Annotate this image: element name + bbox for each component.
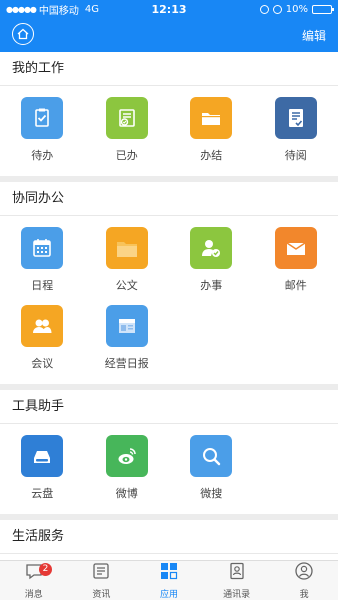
app-grid: 待办 已办 办结 待阅 bbox=[0, 86, 338, 176]
tab-label: 通讯录 bbox=[223, 590, 251, 600]
cloud-drive-icon bbox=[21, 435, 64, 477]
app-label: 云盘 bbox=[31, 487, 54, 500]
section: 我的工作待办 已办 办结 待阅 bbox=[0, 52, 338, 176]
app-tile[interactable]: 微搜 bbox=[169, 432, 254, 510]
section-title: 我的工作 bbox=[0, 52, 338, 86]
signal-strength: ●●●●● bbox=[6, 4, 37, 14]
battery-percent: 10% bbox=[285, 3, 308, 15]
app-list[interactable]: 我的工作待办 已办 办结 待阅协同办公日程 公文 办事 邮件会议 经营日报工具助手云盘 微博 微搜… bbox=[0, 52, 338, 560]
app-label: 邮件 bbox=[284, 279, 307, 292]
app-grid: 日程 公文 办事 邮件会议 经营日报 bbox=[0, 216, 338, 384]
app-label: 待办 bbox=[31, 149, 54, 162]
nav-bar: 编辑 bbox=[0, 18, 338, 52]
edit-button[interactable]: 编辑 bbox=[302, 27, 326, 44]
app-tile[interactable]: 邮件 bbox=[254, 224, 338, 302]
battery-icon bbox=[312, 4, 334, 14]
app-tile[interactable]: 微博 bbox=[85, 432, 170, 510]
app-tile[interactable]: 待办 bbox=[0, 94, 85, 172]
app-label: 待阅 bbox=[284, 149, 307, 162]
app-grid: 云盘 微博 微搜 bbox=[0, 424, 338, 514]
apps-grid-icon bbox=[159, 561, 179, 585]
app-label: 微搜 bbox=[200, 487, 223, 500]
carrier-name: 中国移动 bbox=[38, 5, 79, 17]
app-label: 日程 bbox=[31, 279, 54, 292]
calendar-icon bbox=[21, 227, 64, 269]
news-icon bbox=[91, 561, 111, 585]
user-check-icon bbox=[190, 227, 233, 269]
status-bar: ●●●●● 中国移动 4G 12:13 10% bbox=[0, 0, 338, 18]
clipboard-check-icon bbox=[21, 97, 64, 139]
section: 生活服务 bbox=[0, 520, 338, 560]
profile-icon bbox=[294, 561, 314, 585]
tab-label: 我 bbox=[299, 590, 309, 600]
app-tile[interactable]: 待阅 bbox=[254, 94, 338, 172]
status-right: 10% bbox=[259, 3, 334, 15]
tab-profile[interactable]: 我 bbox=[270, 561, 338, 600]
app-label: 已办 bbox=[115, 149, 138, 162]
app-label: 经营日报 bbox=[104, 357, 149, 370]
tab-apps-grid[interactable]: 应用 bbox=[135, 561, 203, 600]
app-tile[interactable]: 日程 bbox=[0, 224, 85, 302]
tab-news[interactable]: 资讯 bbox=[68, 561, 136, 600]
tab-bar: 消息 2 资讯 应用 通讯录 我 bbox=[0, 560, 338, 600]
folder-icon bbox=[190, 97, 233, 139]
open-folder-icon bbox=[105, 227, 148, 269]
section-title: 生活服务 bbox=[0, 520, 338, 554]
search-icon bbox=[190, 435, 233, 477]
tab-label: 应用 bbox=[159, 590, 178, 600]
app-tile[interactable]: 公文 bbox=[85, 224, 170, 302]
home-button[interactable] bbox=[12, 23, 34, 45]
unread-badge: 2 bbox=[39, 563, 52, 576]
section-title: 工具助手 bbox=[0, 390, 338, 424]
app-tile[interactable]: 办事 bbox=[169, 224, 254, 302]
app-label: 办事 bbox=[200, 279, 223, 292]
orientation-lock-icon bbox=[259, 4, 269, 14]
app-label: 办结 bbox=[200, 149, 223, 162]
app-tile[interactable]: 经营日报 bbox=[85, 302, 170, 380]
document-check-icon bbox=[274, 97, 317, 139]
tab-chat[interactable]: 消息 2 bbox=[0, 561, 68, 600]
weibo-icon bbox=[105, 435, 148, 477]
app-label: 会议 bbox=[31, 357, 54, 370]
section-title: 协同办公 bbox=[0, 182, 338, 216]
app-tile[interactable]: 已办 bbox=[85, 94, 170, 172]
tab-label: 消息 bbox=[24, 590, 43, 600]
home-icon bbox=[17, 28, 29, 40]
alarm-icon bbox=[272, 4, 282, 14]
tab-label: 资讯 bbox=[92, 590, 111, 600]
section: 工具助手云盘 微博 微搜 bbox=[0, 390, 338, 514]
tab-contacts[interactable]: 通讯录 bbox=[203, 561, 271, 600]
network-type: 4G bbox=[84, 3, 100, 15]
done-list-icon bbox=[105, 97, 148, 139]
app-tile[interactable]: 云盘 bbox=[0, 432, 85, 510]
app-tile[interactable]: 会议 bbox=[0, 302, 85, 380]
section: 协同办公日程 公文 办事 邮件会议 经营日报 bbox=[0, 182, 338, 384]
contacts-icon bbox=[227, 561, 247, 585]
app-label: 微博 bbox=[115, 487, 138, 500]
app-tile[interactable]: 办结 bbox=[169, 94, 254, 172]
newspaper-icon bbox=[105, 305, 148, 347]
group-icon bbox=[21, 305, 64, 347]
app-label: 公文 bbox=[115, 279, 138, 292]
envelope-icon bbox=[274, 227, 317, 269]
